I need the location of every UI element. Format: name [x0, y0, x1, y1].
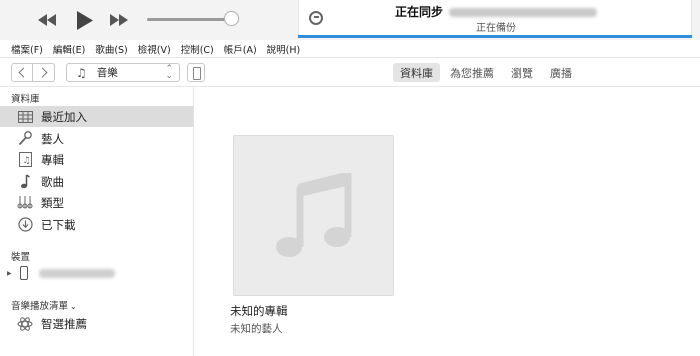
- back-button[interactable]: [11, 63, 33, 82]
- sync-status-title: 正在同步: [394, 5, 443, 19]
- sidebar-item-albums[interactable]: ♫ 專輯: [0, 149, 193, 170]
- devices-section-header: 裝置: [11, 252, 31, 263]
- play-button[interactable]: [70, 9, 100, 31]
- download-icon: [17, 217, 33, 233]
- sidebar: 資料庫 最近加入 藝人 ♫ 專輯 歌曲 類型 已下載 裝置 ▶ 音樂播放清單 ⌄…: [0, 87, 194, 356]
- tab-browse[interactable]: 瀏覽: [504, 63, 540, 82]
- device-name-redacted: [449, 8, 597, 17]
- up-down-chevron-icon: ⌃ ⌄: [165, 64, 173, 81]
- chevron-right-icon: [37, 67, 47, 78]
- previous-button[interactable]: [34, 9, 60, 31]
- next-button[interactable]: [106, 9, 132, 31]
- volume-slider-knob[interactable]: [224, 11, 239, 26]
- chevron-left-icon: [18, 67, 29, 78]
- sidebar-device-item[interactable]: ▶: [0, 263, 193, 284]
- library-tabs: 資料庫 為您推薦 瀏覽 廣播: [393, 63, 582, 82]
- library-section-header: 資料庫: [11, 94, 40, 105]
- sidebar-item-label: 最近加入: [41, 109, 87, 124]
- tab-radio[interactable]: 廣播: [543, 63, 579, 82]
- play-icon: [77, 10, 93, 30]
- sidebar-item-artists[interactable]: 藝人: [0, 128, 193, 149]
- tab-library[interactable]: 資料庫: [393, 63, 440, 82]
- sidebar-item-label: 已下載: [41, 217, 76, 232]
- sidebar-item-downloaded[interactable]: 已下載: [0, 214, 193, 235]
- sidebar-item-label: 歌曲: [41, 174, 64, 189]
- fast-forward-icon: [110, 14, 128, 26]
- album-icon: ♫: [17, 152, 33, 168]
- playlists-section-header[interactable]: 音樂播放清單 ⌄: [11, 298, 77, 312]
- genre-icon: [17, 195, 33, 211]
- menu-account[interactable]: 帳戶(A): [224, 42, 257, 56]
- menu-bar: 檔案(F) 編輯(E) 歌曲(S) 檢視(V) 控制(C) 帳戶(A) 說明(H…: [0, 40, 700, 58]
- album-title[interactable]: 未知的專輯: [230, 303, 288, 319]
- sidebar-item-genius[interactable]: 智選推薦: [0, 313, 193, 334]
- sidebar-item-label: 智選推薦: [41, 316, 87, 331]
- grid-icon: [17, 109, 33, 125]
- status-display: 正在同步 正在備份: [298, 0, 692, 38]
- sidebar-item-songs[interactable]: 歌曲: [0, 171, 193, 192]
- disclosure-triangle-icon[interactable]: ▶: [7, 270, 12, 277]
- sidebar-item-genres[interactable]: 類型: [0, 192, 193, 213]
- media-kind-label: 音樂: [96, 67, 118, 79]
- sidebar-item-recently-added[interactable]: 最近加入: [0, 106, 193, 127]
- iphone-icon: [20, 266, 28, 280]
- transport-controls: [34, 9, 132, 31]
- tab-for-you[interactable]: 為您推薦: [443, 63, 501, 82]
- device-name-redacted: [39, 269, 115, 278]
- menu-view[interactable]: 檢視(V): [138, 42, 171, 56]
- device-button[interactable]: [187, 63, 205, 82]
- music-note-placeholder-icon: [275, 172, 351, 257]
- music-note-icon: ♫: [76, 65, 87, 80]
- toolbar: ♫ 音樂 ⌃ ⌄ 資料庫 為您推薦 瀏覽 廣播: [0, 58, 700, 87]
- media-kind-select[interactable]: ♫ 音樂 ⌃ ⌄: [66, 63, 180, 82]
- sidebar-item-label: 類型: [41, 195, 64, 210]
- sidebar-item-label: 專輯: [41, 152, 64, 167]
- player-bar: 正在同步 正在備份: [0, 0, 700, 40]
- microphone-icon: [17, 131, 33, 147]
- main-content: 未知的專輯 未知的藝人: [195, 87, 700, 356]
- forward-button[interactable]: [33, 63, 55, 82]
- sidebar-item-label: 藝人: [41, 131, 64, 146]
- menu-song[interactable]: 歌曲(S): [95, 42, 127, 56]
- genius-atom-icon: [17, 316, 33, 332]
- svg-text:♫: ♫: [22, 156, 30, 166]
- chevron-down-icon: ⌄: [70, 302, 77, 311]
- menu-file[interactable]: 檔案(F): [11, 42, 43, 56]
- menu-controls[interactable]: 控制(C): [181, 42, 214, 56]
- menu-help[interactable]: 說明(H): [267, 42, 301, 56]
- rewind-icon: [38, 14, 56, 26]
- sync-status-subtitle: 正在備份: [476, 23, 516, 34]
- album-artwork[interactable]: [233, 135, 394, 296]
- music-note-icon: [17, 174, 33, 190]
- sync-progress-bar: [298, 35, 692, 38]
- album-artist[interactable]: 未知的藝人: [230, 321, 283, 336]
- menu-edit[interactable]: 編輯(E): [53, 42, 85, 56]
